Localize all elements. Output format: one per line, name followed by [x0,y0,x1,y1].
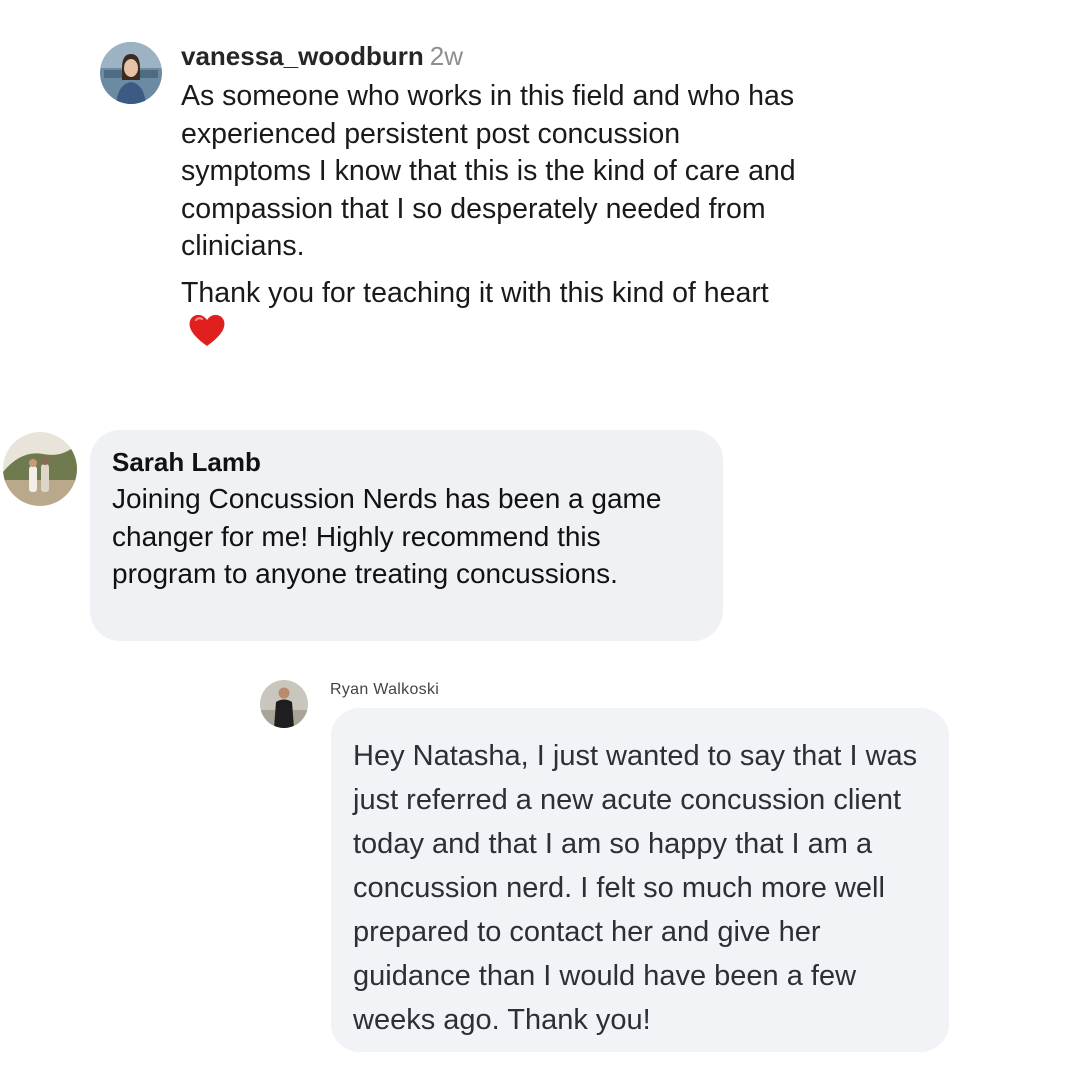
username[interactable]: vanessa_woodburn [181,41,424,71]
red-heart-icon [189,314,225,346]
comment-text-continued: Thank you for teaching it with this kind… [181,275,801,351]
avatar[interactable] [260,680,308,728]
comment-text: Joining Concussion Nerds has been a game… [112,483,662,589]
comment-bubble-sarah: Sarah Lamb Joining Concussion Nerds has … [90,430,723,641]
comment-text: Hey Natasha, I just wanted to say that I… [353,740,918,1036]
comment-vanessa: vanessa_woodburn 2w As someone who works … [181,40,801,351]
commenter-name[interactable]: Sarah Lamb [112,446,701,478]
timestamp: 2w [429,41,463,71]
avatar[interactable] [100,42,162,104]
comment-bubble-ryan: Hey Natasha, I just wanted to say that I… [331,708,949,1052]
avatar-photo [260,680,308,728]
avatar-photo [100,42,162,104]
avatar-photo [3,432,77,506]
comment-text: As someone who works in this field and w… [181,80,796,262]
commenter-name[interactable]: Ryan Walkoski [330,681,439,699]
comment-text-line: Thank you for teaching it with this kind… [181,276,769,309]
avatar[interactable] [3,432,77,506]
comment-header: vanessa_woodburn 2w [181,40,801,72]
